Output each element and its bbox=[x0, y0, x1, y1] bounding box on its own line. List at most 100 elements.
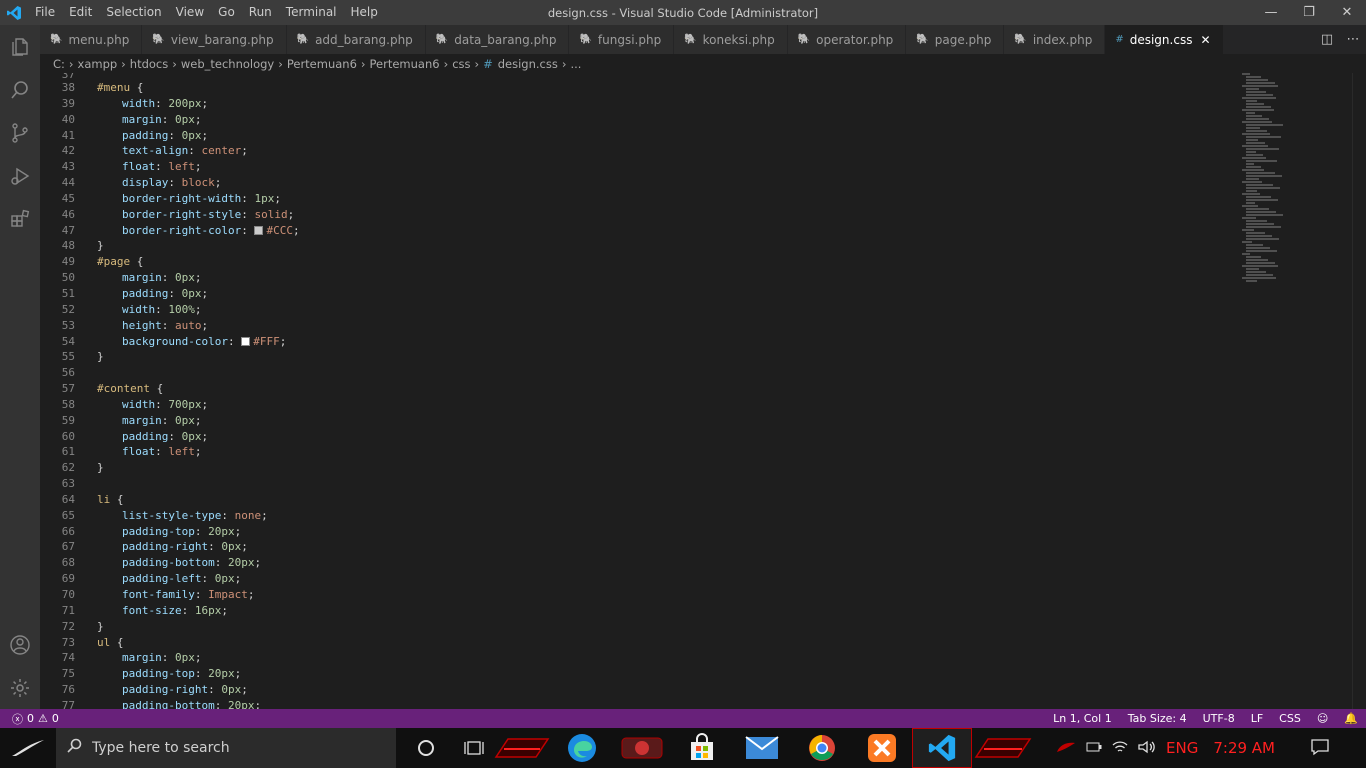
chrome-browser-icon[interactable] bbox=[792, 728, 852, 768]
code-line[interactable]: margin: 0px; bbox=[97, 650, 300, 666]
tab-fungsi-php[interactable]: 🐘 fungsi.php bbox=[569, 25, 675, 54]
code-line[interactable]: background-color: #FFF; bbox=[97, 334, 300, 350]
code-line[interactable]: } bbox=[97, 619, 300, 635]
code-line[interactable]: } bbox=[97, 460, 300, 476]
vscode-taskbar-icon[interactable] bbox=[912, 728, 972, 768]
tab-add-barang-php[interactable]: 🐘 add_barang.php bbox=[286, 25, 426, 54]
tab-page-php[interactable]: 🐘 page.php bbox=[906, 25, 1005, 54]
code-line[interactable]: margin: 0px; bbox=[97, 413, 300, 429]
game-app-icon[interactable] bbox=[612, 728, 672, 768]
minimap[interactable] bbox=[1240, 73, 1350, 709]
code-line[interactable]: padding-bottom: 20px; bbox=[97, 555, 300, 571]
action-center-icon[interactable] bbox=[1305, 738, 1366, 759]
code-line[interactable]: list-style-type: none; bbox=[97, 508, 300, 524]
breadcrumb-item[interactable]: Pertemuan6 bbox=[287, 57, 357, 71]
breadcrumb-item[interactable]: css bbox=[452, 57, 470, 71]
color-swatch[interactable] bbox=[254, 225, 264, 235]
breadcrumb-item[interactable]: ... bbox=[570, 57, 581, 71]
code-line[interactable]: border-right-width: 1px; bbox=[97, 191, 300, 207]
menu-help[interactable]: Help bbox=[344, 0, 385, 25]
tab-menu-php[interactable]: 🐘 menu.php bbox=[40, 25, 143, 54]
maximize-button[interactable]: ❐ bbox=[1290, 0, 1328, 25]
language-mode[interactable]: CSS bbox=[1271, 712, 1309, 725]
tab-operator-php[interactable]: 🐘 operator.php bbox=[787, 25, 907, 54]
menu-view[interactable]: View bbox=[169, 0, 211, 25]
code-line[interactable]: font-size: 16px; bbox=[97, 603, 300, 619]
breadcrumb-item[interactable]: Pertemuan6 bbox=[370, 57, 440, 71]
cursor-position[interactable]: Ln 1, Col 1 bbox=[1045, 712, 1120, 725]
problems-indicator[interactable]: ⓧ 0 ⚠ 0 bbox=[0, 711, 59, 727]
accounts-icon[interactable] bbox=[0, 623, 40, 666]
code-line[interactable]: width: 200px; bbox=[97, 96, 300, 112]
code-line[interactable]: padding-top: 20px; bbox=[97, 524, 300, 540]
code-line[interactable]: padding-right: 0px; bbox=[97, 682, 300, 698]
code-line[interactable]: float: left; bbox=[97, 444, 300, 460]
code-line[interactable]: font-family: Impact; bbox=[97, 587, 300, 603]
file-encoding[interactable]: UTF-8 bbox=[1195, 712, 1243, 725]
code-line[interactable]: padding: 0px; bbox=[97, 429, 300, 445]
code-line[interactable]: padding: 0px; bbox=[97, 128, 300, 144]
code-line[interactable] bbox=[97, 365, 300, 381]
code-line[interactable]: li { bbox=[97, 492, 300, 508]
vertical-scrollbar[interactable] bbox=[1352, 73, 1366, 709]
breadcrumb-item[interactable]: C: bbox=[53, 57, 65, 71]
cortana-icon[interactable] bbox=[396, 728, 456, 768]
wifi-icon[interactable] bbox=[1107, 740, 1133, 757]
code-line[interactable]: padding-right: 0px; bbox=[97, 539, 300, 555]
code-line[interactable]: border-right-style: solid; bbox=[97, 207, 300, 223]
menu-edit[interactable]: Edit bbox=[62, 0, 99, 25]
explorer-icon[interactable] bbox=[0, 25, 40, 68]
code-line[interactable]: padding-bottom: 20px; bbox=[97, 698, 300, 709]
source-control-icon[interactable] bbox=[0, 111, 40, 154]
tab-index-php[interactable]: 🐘 index.php bbox=[1004, 25, 1106, 54]
breadcrumb-item[interactable]: design.css bbox=[498, 57, 558, 71]
input-language[interactable]: ENG bbox=[1161, 739, 1203, 757]
tab-koneksi-php[interactable]: 🐘 koneksi.php bbox=[674, 25, 788, 54]
close-window-button[interactable]: ✕ bbox=[1328, 0, 1366, 25]
minimize-button[interactable]: — bbox=[1252, 0, 1290, 25]
search-input[interactable] bbox=[92, 740, 362, 756]
split-editor-icon[interactable]: ◫ bbox=[1314, 32, 1340, 47]
menu-go[interactable]: Go bbox=[211, 0, 242, 25]
code-line[interactable]: } bbox=[97, 349, 300, 365]
breadcrumb-item[interactable]: web_technology bbox=[181, 57, 274, 71]
code-line[interactable]: display: block; bbox=[97, 175, 300, 191]
more-actions-icon[interactable]: ⋯ bbox=[1340, 32, 1366, 47]
code-line[interactable]: width: 700px; bbox=[97, 397, 300, 413]
code-line[interactable]: border-right-color: #CCC; bbox=[97, 223, 300, 239]
xampp-icon[interactable] bbox=[852, 728, 912, 768]
breadcrumb-item[interactable]: htdocs bbox=[130, 57, 168, 71]
code-line[interactable]: padding-top: 20px; bbox=[97, 666, 300, 682]
task-view-icon[interactable] bbox=[456, 728, 492, 768]
code-line[interactable]: } bbox=[97, 238, 300, 254]
mail-icon[interactable] bbox=[732, 728, 792, 768]
edge-browser-icon[interactable] bbox=[552, 728, 612, 768]
microsoft-store-icon[interactable] bbox=[672, 728, 732, 768]
code-editor[interactable]: 37 38 39 40 41 42 43 44 45 46 47 48 49 50 51 52 53 54 55 56… bbox=[40, 73, 1366, 709]
code-line[interactable]: padding: 0px; bbox=[97, 286, 300, 302]
code-line[interactable]: text-align: center; bbox=[97, 143, 300, 159]
code-line[interactable]: float: left; bbox=[97, 159, 300, 175]
code-area[interactable]: #menu {width: 200px; margin: 0px; padding:… bbox=[97, 73, 300, 709]
code-line[interactable]: #menu { bbox=[97, 80, 300, 96]
breadcrumb-item[interactable]: xampp bbox=[78, 57, 118, 71]
menu-terminal[interactable]: Terminal bbox=[279, 0, 344, 25]
volume-icon[interactable] bbox=[1133, 740, 1161, 757]
start-button[interactable] bbox=[0, 728, 56, 768]
notifications-bell-icon[interactable]: 🔔 bbox=[1336, 712, 1366, 725]
code-line[interactable]: width: 100%; bbox=[97, 302, 300, 318]
tab-size[interactable]: Tab Size: 4 bbox=[1120, 712, 1195, 725]
code-line[interactable] bbox=[97, 476, 300, 492]
menu-run[interactable]: Run bbox=[242, 0, 279, 25]
extensions-icon[interactable] bbox=[0, 197, 40, 240]
menu-selection[interactable]: Selection bbox=[99, 0, 168, 25]
code-line[interactable]: padding-left: 0px; bbox=[97, 571, 300, 587]
settings-gear-icon[interactable] bbox=[0, 666, 40, 709]
code-line[interactable]: height: auto; bbox=[97, 318, 300, 334]
code-line[interactable]: margin: 0px; bbox=[97, 112, 300, 128]
tab-view-barang-php[interactable]: 🐘 view_barang.php bbox=[142, 25, 287, 54]
code-line[interactable]: #content { bbox=[97, 381, 300, 397]
run-debug-icon[interactable] bbox=[0, 154, 40, 197]
tab-data-barang-php[interactable]: 🐘 data_barang.php bbox=[425, 25, 570, 54]
color-swatch[interactable] bbox=[241, 336, 251, 346]
